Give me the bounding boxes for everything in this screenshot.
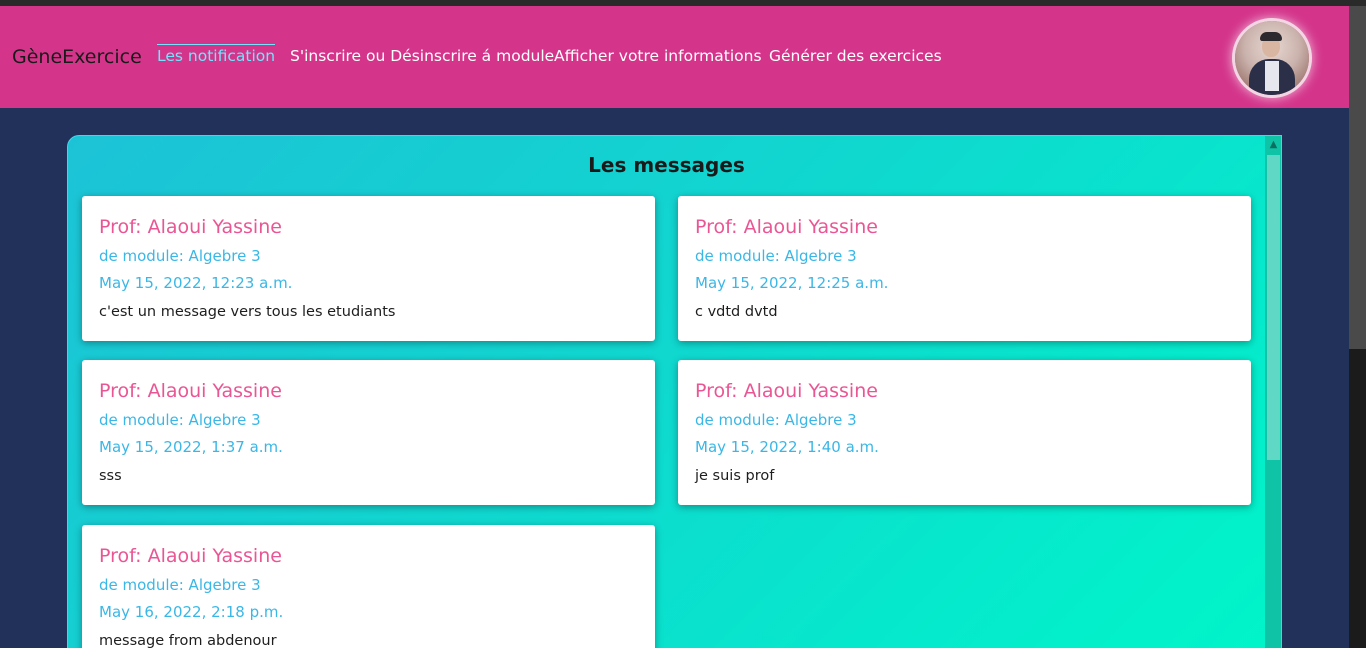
message-card: Prof: Alaoui Yassine de module: Algebre … bbox=[82, 196, 655, 341]
scroll-up-arrow-icon[interactable]: ▲ bbox=[1265, 136, 1281, 153]
message-text: je suis prof bbox=[695, 468, 775, 484]
avatar[interactable] bbox=[1235, 21, 1309, 95]
avatar-shirt-shape bbox=[1265, 61, 1279, 91]
nav-link-notifications[interactable]: Les notification bbox=[157, 44, 276, 65]
brand-logo[interactable]: GèneExercice bbox=[12, 46, 142, 68]
message-text: c vdtd dvtd bbox=[695, 304, 778, 320]
message-date: May 15, 2022, 12:23 a.m. bbox=[99, 274, 293, 292]
navbar: GèneExercice Les notification S'inscrire… bbox=[0, 6, 1349, 108]
message-module: de module: Algebre 3 bbox=[99, 247, 261, 265]
message-module: de module: Algebre 3 bbox=[99, 576, 261, 594]
message-professor: Prof: Alaoui Yassine bbox=[99, 545, 282, 567]
page-title: Les messages bbox=[588, 153, 745, 177]
page-scrollbar-thumb[interactable] bbox=[1349, 6, 1366, 349]
message-card: Prof: Alaoui Yassine de module: Algebre … bbox=[678, 360, 1251, 505]
messages-panel: Les messages Prof: Alaoui Yassine de mod… bbox=[67, 135, 1282, 648]
message-card: Prof: Alaoui Yassine de module: Algebre … bbox=[82, 525, 655, 648]
message-professor: Prof: Alaoui Yassine bbox=[695, 216, 878, 238]
message-professor: Prof: Alaoui Yassine bbox=[99, 380, 282, 402]
nav-link-my-information[interactable]: Afficher votre informations bbox=[554, 47, 762, 65]
nav-link-subscribe-module[interactable]: S'inscrire ou Désinscrire á module bbox=[290, 47, 554, 65]
message-professor: Prof: Alaoui Yassine bbox=[695, 380, 878, 402]
message-module: de module: Algebre 3 bbox=[695, 411, 857, 429]
message-text: sss bbox=[99, 468, 122, 484]
message-module: de module: Algebre 3 bbox=[99, 411, 261, 429]
message-card: Prof: Alaoui Yassine de module: Algebre … bbox=[82, 360, 655, 505]
avatar-hair-shape bbox=[1260, 32, 1282, 41]
message-card: Prof: Alaoui Yassine de module: Algebre … bbox=[678, 196, 1251, 341]
message-date: May 15, 2022, 12:25 a.m. bbox=[695, 274, 889, 292]
message-module: de module: Algebre 3 bbox=[695, 247, 857, 265]
message-text: c'est un message vers tous les etudiants bbox=[99, 304, 396, 320]
message-date: May 15, 2022, 1:40 a.m. bbox=[695, 438, 879, 456]
messages-scrollbar-thumb[interactable] bbox=[1267, 155, 1280, 460]
message-date: May 15, 2022, 1:37 a.m. bbox=[99, 438, 283, 456]
message-text: message from abdenour bbox=[99, 633, 277, 648]
message-date: May 16, 2022, 2:18 p.m. bbox=[99, 603, 284, 621]
nav-link-generate-exercises[interactable]: Générer des exercices bbox=[769, 47, 942, 65]
message-professor: Prof: Alaoui Yassine bbox=[99, 216, 282, 238]
